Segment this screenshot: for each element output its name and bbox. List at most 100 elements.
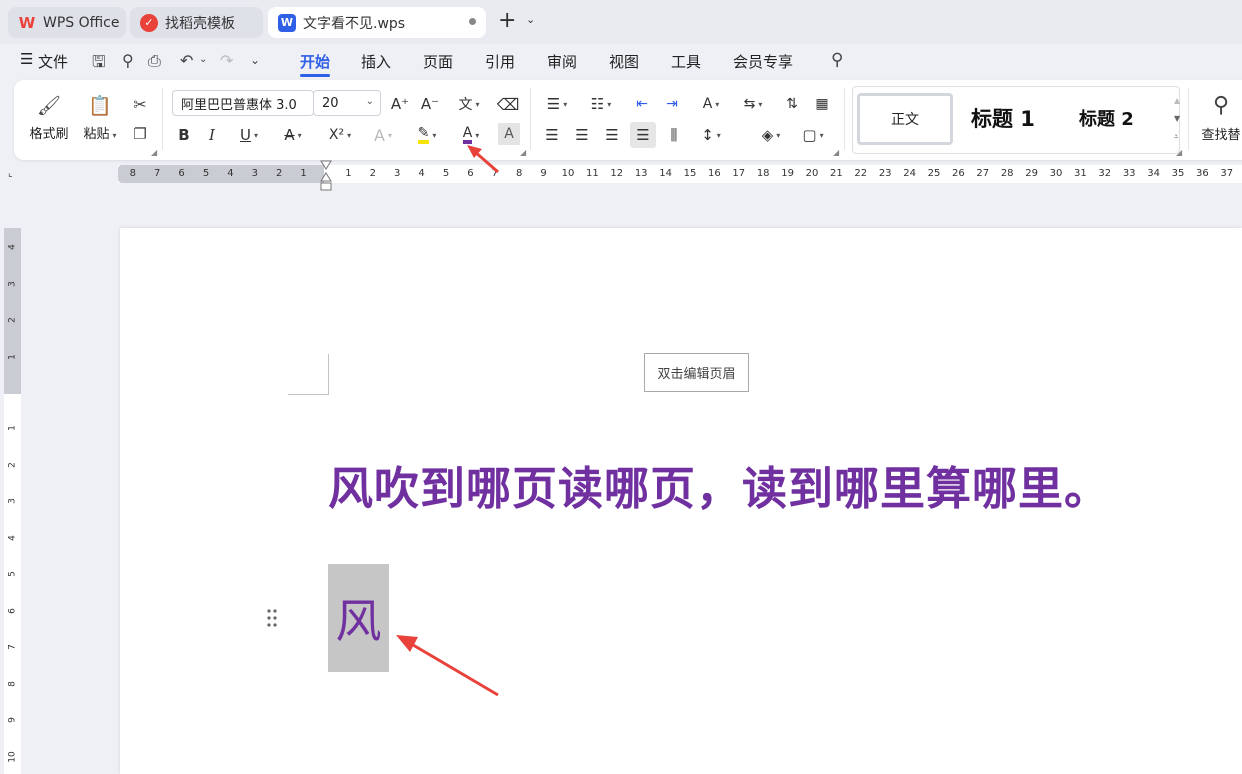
ruler-tick: 6 <box>7 607 18 614</box>
undo-icon[interactable]: ↶ <box>180 51 193 70</box>
char-shading-button[interactable]: A <box>498 123 520 145</box>
style-more-icon[interactable]: ⩡ <box>1174 132 1179 142</box>
grow-font-button[interactable]: A⁺ <box>388 92 412 116</box>
shrink-font-button[interactable]: A⁻ <box>418 92 442 116</box>
horizontal-ruler[interactable]: 8 7 6 5 4 3 2 1 1 2 3 4 5 6 7 8 9 10 11 12 13 14 15 16 17 18 19 20 2… <box>118 165 1242 183</box>
font-expand-icon[interactable]: ◢ <box>520 148 526 157</box>
align-left-button[interactable]: ☰ <box>540 123 564 147</box>
justify-button[interactable]: ☰ <box>630 122 656 148</box>
hamburger-icon[interactable]: ☰ <box>20 50 33 68</box>
paragraph-expand-icon[interactable]: ◢ <box>833 148 839 157</box>
ruler-tick: 10 <box>7 750 18 763</box>
style-heading-2[interactable]: 标题 2 <box>1079 105 1134 131</box>
ruler-tick: 4 <box>7 244 18 250</box>
menu-home[interactable]: 开始 <box>300 51 330 72</box>
highlighter-icon: ✎ <box>417 126 430 144</box>
italic-button[interactable]: I <box>200 123 224 147</box>
ruler-tick: 3 <box>251 168 258 179</box>
menu-page[interactable]: 页面 <box>423 51 453 72</box>
font-size-combo[interactable]: 20 ⌄ <box>313 90 381 116</box>
phonetic-guide-button[interactable]: 文 ▾ <box>452 92 486 116</box>
shading-button[interactable]: ◈ ▾ <box>754 123 788 147</box>
menu-review[interactable]: 审阅 <box>547 51 577 72</box>
find-replace-button[interactable]: ⚲ 查找替 <box>1196 90 1242 146</box>
ruler-tick: 13 <box>634 168 648 179</box>
clipboard-expand-icon[interactable]: ◢ <box>151 148 157 157</box>
unsaved-dot-icon[interactable] <box>469 18 476 25</box>
menu-insert[interactable]: 插入 <box>361 51 391 72</box>
menu-references[interactable]: 引用 <box>485 51 515 72</box>
underline-button[interactable]: U ▾ <box>232 123 266 147</box>
cut-button[interactable]: ✂ <box>128 92 152 116</box>
show-marks-button[interactable]: ▦ <box>810 92 834 116</box>
ruler-tick: 30 <box>1049 168 1063 179</box>
drag-handle-icon[interactable] <box>266 608 278 628</box>
font-color-button[interactable]: A ▾ <box>454 123 488 147</box>
style-scroll-up-icon[interactable]: ▲ <box>1174 96 1180 105</box>
text-effect-button[interactable]: A ▾ <box>366 123 400 147</box>
highlight-button[interactable]: ✎ ▾ <box>410 123 444 147</box>
wps-logo-icon: W <box>18 13 36 32</box>
char-shading-icon: A <box>504 126 514 142</box>
new-tab-chevron-icon[interactable]: ⌄ <box>526 13 535 26</box>
bold-button[interactable]: B <box>172 123 196 147</box>
clear-format-button[interactable]: ⌫ <box>496 92 520 116</box>
styles-expand-icon[interactable]: ◢ <box>1176 148 1182 157</box>
bullet-list-icon: ☰ <box>546 95 561 113</box>
style-normal[interactable]: 正文 <box>857 93 953 145</box>
superscript-icon: X² <box>328 127 345 143</box>
font-name-combo[interactable]: 阿里巴巴普惠体 3.0 <box>172 90 314 116</box>
save-icon[interactable]: 🖫 <box>92 51 106 78</box>
selected-character[interactable]: 风 <box>328 564 389 672</box>
menu-file[interactable]: 文件 <box>38 51 68 72</box>
copy-button[interactable]: ❐ <box>128 122 152 146</box>
text-direction-button[interactable]: ⇆ ▾ <box>736 92 770 116</box>
ruler-tick: 25 <box>927 168 941 179</box>
find-replace-label: 查找替 <box>1201 128 1241 143</box>
ruler-tick: 3 <box>394 168 401 179</box>
ruler-tick: 2 <box>369 168 376 179</box>
line-spacing-button[interactable]: ↕ ▾ <box>694 123 728 147</box>
search-icon[interactable]: ⚲ <box>831 50 843 70</box>
sort-button[interactable]: ⇅ <box>780 92 804 116</box>
undo-chevron-icon[interactable]: ⌄ <box>199 54 207 65</box>
ribbon-home: 🖌 格式刷 📋 粘贴 ▾ ✂ ❐ ◢ 阿里巴巴普惠体 3.0 20 ⌄ A⁺ A⁻… <box>14 80 1242 160</box>
paste-button[interactable]: 📋 粘贴 ▾ <box>78 90 122 146</box>
strikethrough-button[interactable]: A ▾ <box>276 123 310 147</box>
decrease-indent-button[interactable]: ⇤ <box>630 92 654 116</box>
menu-tools[interactable]: 工具 <box>671 51 701 72</box>
font-size-value: 20 <box>322 95 339 111</box>
link-icon[interactable]: ⚲ <box>122 51 134 70</box>
vertical-ruler[interactable]: 4 3 2 1 1 2 3 4 5 6 7 8 9 10 <box>4 228 21 774</box>
header-edit-hint[interactable]: 双击编辑页眉 <box>644 353 749 392</box>
superscript-button[interactable]: X² ▾ <box>320 123 360 147</box>
char-spacing-button[interactable]: A ▾ <box>694 92 728 116</box>
print-preview-icon[interactable]: ⎙ <box>148 51 161 71</box>
menu-member[interactable]: 会员专享 <box>733 51 793 72</box>
document-headline[interactable]: 风吹到哪页读哪页，读到哪里算哪里。 <box>328 452 1110 517</box>
new-tab-plus-icon[interactable]: + <box>498 8 516 33</box>
bullet-list-button[interactable]: ☰ ▾ <box>540 92 574 116</box>
increase-indent-button[interactable]: ⇥ <box>660 92 684 116</box>
font-color-icon: A <box>462 126 473 144</box>
distribute-button[interactable]: ⫼ <box>662 123 686 147</box>
tab-wps-office[interactable]: W WPS Office <box>8 7 126 38</box>
tab-current-document[interactable]: W 文字看不见.wps <box>268 7 486 38</box>
format-painter-button[interactable]: 🖌 格式刷 <box>24 90 74 146</box>
menu-view[interactable]: 视图 <box>609 51 639 72</box>
borders-button[interactable]: ▢ ▾ <box>796 123 830 147</box>
tab-stop-selector-icon[interactable]: ⌞ <box>8 168 13 179</box>
ruler-tick: 18 <box>756 168 770 179</box>
style-scroll-down-icon[interactable]: ▼ <box>1174 114 1180 123</box>
ruler-tick: 22 <box>854 168 868 179</box>
indent-marker-icon[interactable] <box>320 159 332 193</box>
align-center-button[interactable]: ☰ <box>570 123 594 147</box>
more-chevron-icon[interactable]: ⌄ <box>250 53 260 67</box>
numbered-list-button[interactable]: ☷ ▾ <box>584 92 618 116</box>
align-right-button[interactable]: ☰ <box>600 123 624 147</box>
style-heading-1[interactable]: 标题 1 <box>971 103 1035 133</box>
redo-icon[interactable]: ↷ <box>220 51 233 70</box>
tab-docer-templates[interactable]: ✓ 找稻壳模板 <box>130 7 263 38</box>
ruler-tick: 15 <box>683 168 697 179</box>
align-right-icon: ☰ <box>605 126 619 144</box>
